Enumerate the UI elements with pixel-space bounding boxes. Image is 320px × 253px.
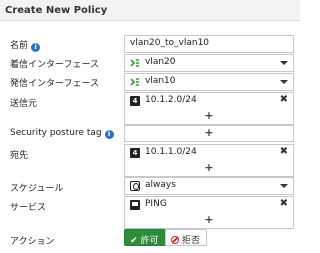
destination-value: 10.1.1.0/24 <box>145 147 197 157</box>
service-field[interactable]: PING ✖ + <box>124 196 294 229</box>
outgoing-interface-select[interactable]: vlan10 <box>124 73 294 91</box>
interface-icon <box>130 58 140 68</box>
chevron-down-icon[interactable] <box>280 184 288 188</box>
service-value: PING <box>145 199 167 209</box>
chevron-down-icon[interactable] <box>280 61 288 65</box>
service-label: サービス <box>10 203 47 213</box>
schedule-icon <box>130 181 140 191</box>
add-security-posture-tag-button[interactable]: + <box>125 126 293 141</box>
chevron-down-icon[interactable] <box>280 80 288 84</box>
source-value: 10.1.2.0/24 <box>145 95 197 105</box>
source-label: 送信元 <box>10 99 38 109</box>
destination-label: 宛先 <box>10 151 29 161</box>
incoming-interface-select[interactable]: vlan20 <box>124 54 294 72</box>
schedule-value: always <box>145 180 176 190</box>
add-source-button[interactable]: + <box>125 109 293 124</box>
add-service-button[interactable]: + <box>125 213 293 228</box>
destination-field[interactable]: 4 10.1.1.0/24 ✖ + <box>124 144 294 177</box>
check-icon: ✔ <box>130 236 138 246</box>
info-icon[interactable]: i <box>31 43 41 52</box>
interface-icon <box>130 77 140 87</box>
incoming-interface-value: vlan20 <box>145 57 176 67</box>
add-destination-button[interactable]: + <box>125 161 293 176</box>
address-icon: 4 <box>130 148 140 158</box>
accept-button[interactable]: ✔ 許可 <box>124 229 166 246</box>
dialog-title: Create New Policy <box>0 0 300 21</box>
security-posture-tag-label: Security posture tag i <box>10 128 114 139</box>
schedule-select[interactable]: always <box>124 177 294 195</box>
outgoing-interface-label: 発信インターフェース <box>10 79 100 89</box>
deny-button[interactable]: 拒否 <box>165 229 208 246</box>
name-input[interactable]: vlan20_to_vlan10 <box>124 35 294 53</box>
name-value: vlan20_to_vlan10 <box>130 38 210 48</box>
name-label: 名前 i <box>10 38 41 52</box>
security-posture-tag-field[interactable]: + <box>124 125 294 142</box>
outgoing-interface-value: vlan10 <box>145 76 176 86</box>
service-icon <box>130 200 140 210</box>
incoming-interface-label: 着信インターフェース <box>10 60 100 70</box>
remove-service-button[interactable]: ✖ <box>280 198 288 209</box>
deny-icon <box>171 236 179 244</box>
remove-destination-button[interactable]: ✖ <box>280 146 288 157</box>
info-icon[interactable]: i <box>104 130 114 139</box>
source-field[interactable]: 4 10.1.2.0/24 ✖ + <box>124 92 294 125</box>
address-icon: 4 <box>130 96 140 106</box>
action-label: アクション <box>10 237 55 247</box>
schedule-label: スケジュール <box>10 184 64 194</box>
remove-source-button[interactable]: ✖ <box>280 94 288 105</box>
